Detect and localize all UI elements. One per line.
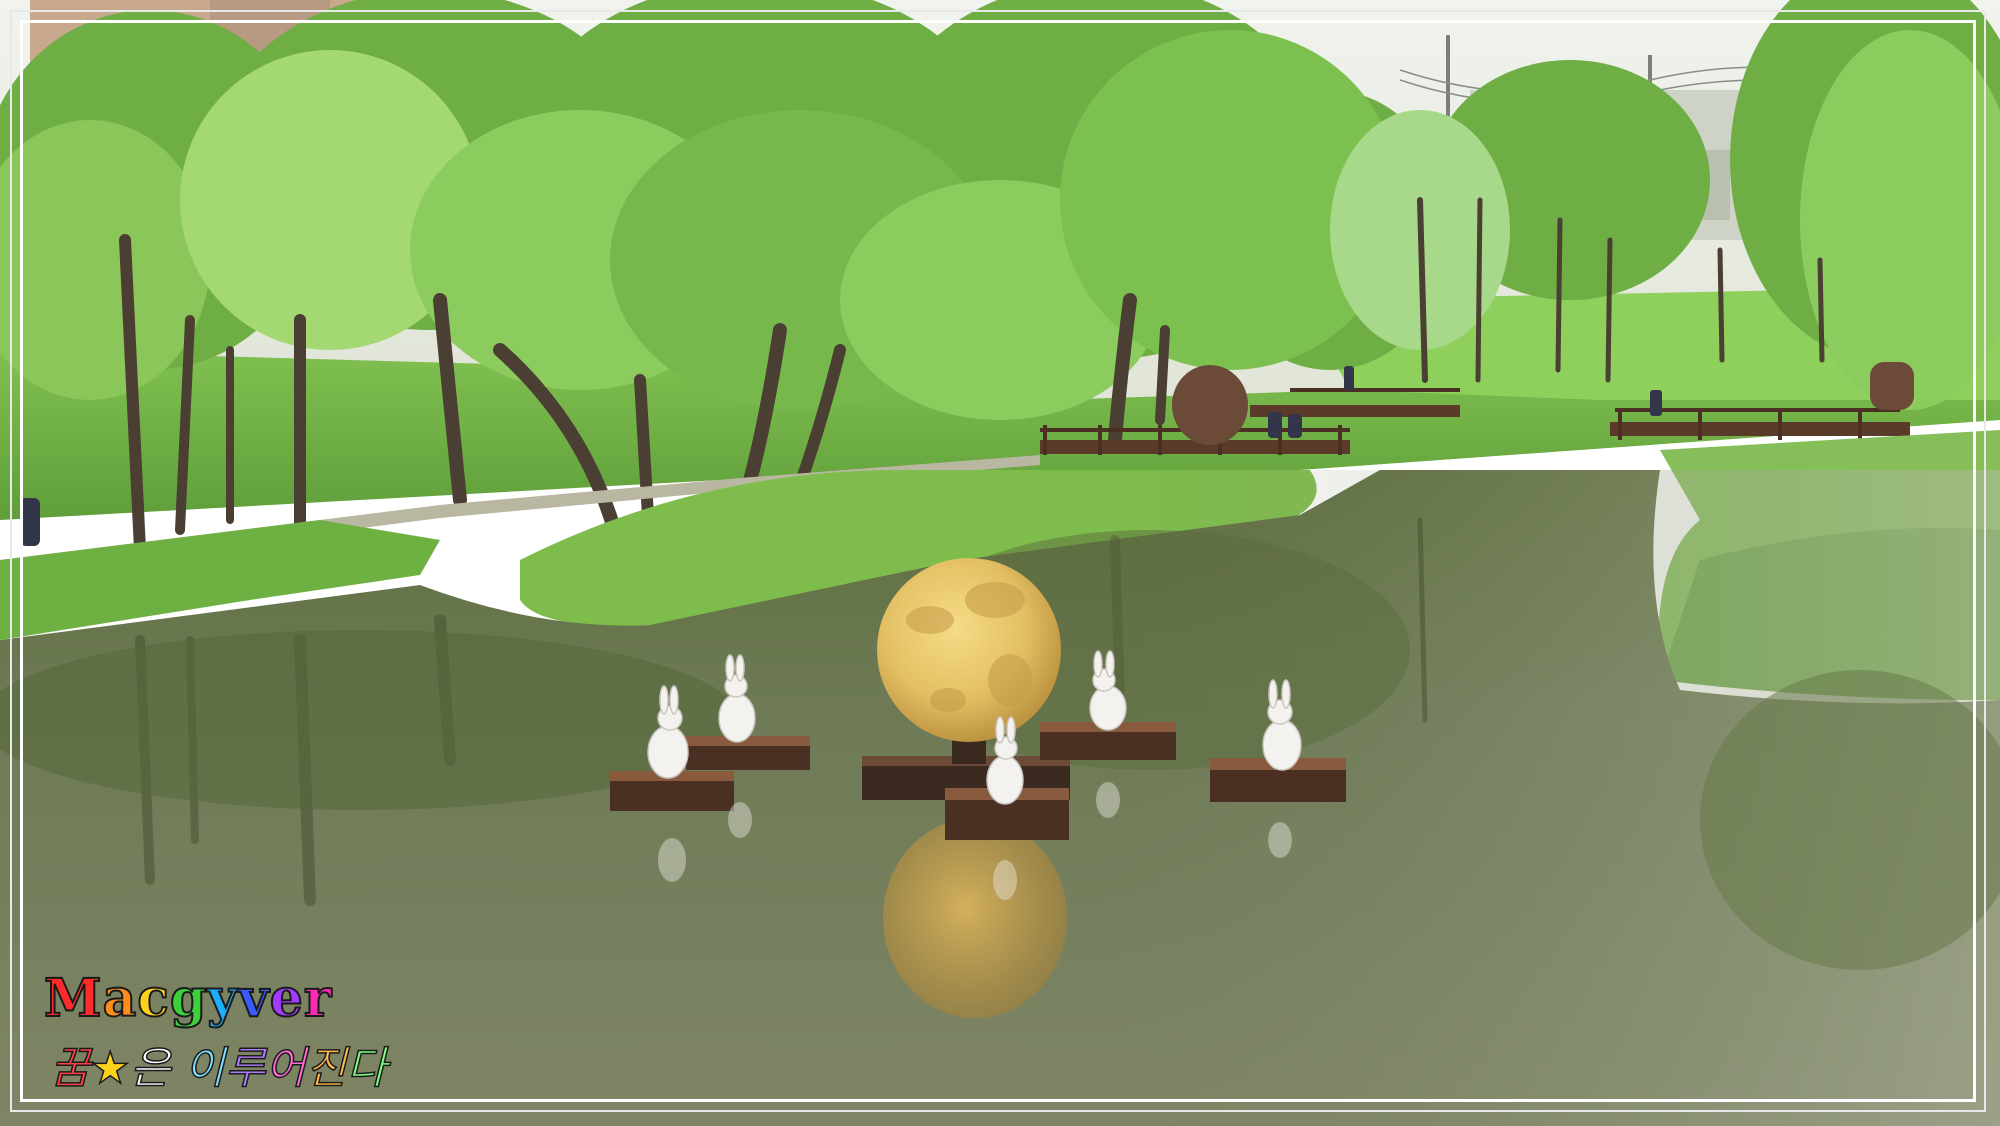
watermark-title-letter: M (43, 967, 103, 1030)
watermark-title-letter: g (169, 967, 208, 1030)
watermark-subtitle-letter: 어 (265, 1042, 307, 1095)
watermark-title: Macgyver (43, 967, 333, 1030)
watermark-subtitle: 꿈★은 이루어진다 (49, 1032, 388, 1096)
watermark-title-letter: a (102, 967, 138, 1030)
watermark-subtitle-part: 꿈 (49, 1042, 91, 1095)
watermark-title-letter: c (136, 967, 170, 1030)
moon-reflection (883, 818, 1067, 1018)
watermark-subtitle-letter: 루 (224, 1042, 266, 1095)
watermark-subtitle-letter: 진 (305, 1042, 347, 1095)
pond-scene (0, 0, 2000, 1126)
watermark: Macgyver 꿈★은 이루어진다 (43, 967, 504, 1095)
watermark-title-letter: e (269, 967, 304, 1030)
watermark-title-letter: r (303, 967, 333, 1030)
watermark-title-letter: y (206, 967, 239, 1030)
watermark-subtitle-letter: 이 (184, 1042, 226, 1095)
watermark-title-letter: v (238, 967, 270, 1030)
watermark-subtitle-part: ★ (90, 1042, 131, 1095)
watermark-subtitle-part: 은 (129, 1042, 185, 1095)
watermark-subtitle-letter: 다 (346, 1042, 388, 1095)
